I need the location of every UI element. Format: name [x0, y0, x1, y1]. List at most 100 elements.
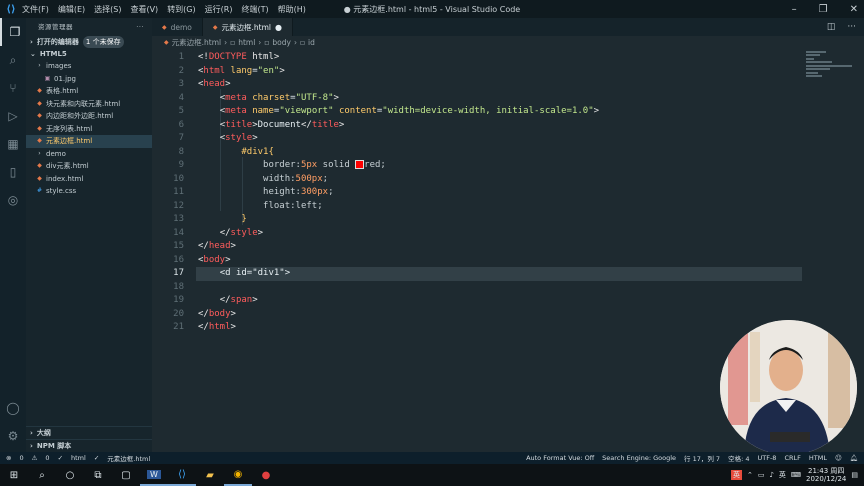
- bookmark-icon[interactable]: ▯: [0, 158, 26, 186]
- breadcrumb-html[interactable]: html: [238, 38, 255, 47]
- task-view-icon[interactable]: ⧉: [84, 464, 112, 486]
- warning-icon[interactable]: ⚠: [32, 454, 38, 462]
- file-explorer-icon[interactable]: ▰: [196, 464, 224, 486]
- menu-file[interactable]: 文件(F): [22, 4, 49, 15]
- cursor-position[interactable]: 行 17，列 7: [684, 453, 720, 463]
- ime-indicator[interactable]: 英: [730, 470, 742, 480]
- word-icon[interactable]: W: [140, 464, 168, 486]
- code-line[interactable]: </style>: [152, 227, 802, 241]
- search-icon[interactable]: ⌕: [0, 46, 26, 74]
- breadcrumb-body[interactable]: body: [272, 38, 291, 47]
- bell-icon[interactable]: 🔔︎: [850, 454, 858, 462]
- folder-item[interactable]: › images: [26, 60, 152, 73]
- app-icon[interactable]: ▢: [112, 464, 140, 486]
- chrome-icon[interactable]: ◉: [224, 464, 252, 486]
- breadcrumb-file[interactable]: 元素边框.html: [172, 37, 221, 48]
- feedback-icon[interactable]: ☺: [835, 454, 842, 462]
- ime-language[interactable]: 英: [779, 470, 786, 480]
- code-line[interactable]: </span>: [152, 294, 802, 308]
- file-item[interactable]: ◆ 表格.html: [26, 85, 152, 98]
- npm-scripts-section[interactable]: › NPM 脚本: [26, 439, 152, 452]
- windows-start-icon[interactable]: ⊞: [0, 464, 28, 486]
- menu-run[interactable]: 运行(R): [205, 4, 233, 15]
- menu-view[interactable]: 查看(V): [130, 4, 158, 15]
- encoding[interactable]: UTF-8: [757, 454, 776, 462]
- code-line[interactable]: width:500px;: [152, 173, 802, 187]
- folder-item[interactable]: › demo: [26, 148, 152, 161]
- vscode-icon[interactable]: ⟨⟩: [168, 464, 196, 486]
- html-status[interactable]: html: [71, 454, 86, 462]
- tab-yuansu-biankuang[interactable]: ◆ 元素边框.html ●: [202, 18, 293, 36]
- keyboard-icon[interactable]: ⌨: [791, 471, 801, 479]
- error-icon[interactable]: ⊗: [6, 454, 11, 462]
- recorder-icon[interactable]: ●: [252, 464, 280, 486]
- menu-help[interactable]: 帮助(H): [278, 4, 306, 15]
- file-item[interactable]: ◆ 内边距和外边距.html: [26, 110, 152, 123]
- code-line[interactable]: height:300px;: [152, 186, 802, 200]
- chevron-up-icon[interactable]: ⌃: [747, 471, 753, 479]
- menu-terminal[interactable]: 终端(T): [241, 4, 268, 15]
- cortana-icon[interactable]: ○: [56, 464, 84, 486]
- workspace-section[interactable]: ⌄ HTML5: [26, 48, 152, 60]
- clock[interactable]: 21:43 周四 2020/12/24: [806, 467, 846, 483]
- code-line[interactable]: <d id="div1">: [152, 267, 802, 281]
- open-editors-section[interactable]: › 打开的编辑器 1 个未保存: [26, 36, 152, 48]
- code-line[interactable]: float:left;: [152, 200, 802, 214]
- code-line[interactable]: </body>: [152, 308, 802, 322]
- language-mode[interactable]: HTML: [809, 454, 827, 462]
- gear-icon[interactable]: ⚙: [0, 422, 26, 450]
- search-icon[interactable]: ⌕: [28, 464, 56, 486]
- maximize-icon[interactable]: ❐: [819, 4, 828, 15]
- code-line[interactable]: <html lang="en">: [152, 65, 802, 79]
- search-engine-status[interactable]: Search Engine: Google: [602, 454, 676, 462]
- file-item[interactable]: ◆ 元素边框.html: [26, 135, 152, 148]
- close-icon[interactable]: ✕: [850, 4, 858, 15]
- remote-icon[interactable]: ◎: [0, 186, 26, 214]
- menu-selection[interactable]: 选择(S): [94, 4, 121, 15]
- indentation[interactable]: 空格: 4: [728, 453, 749, 463]
- minimize-icon[interactable]: –: [792, 4, 797, 15]
- explorer-icon[interactable]: ❐: [0, 18, 28, 46]
- code-line[interactable]: <meta charset="UTF-8">: [152, 92, 802, 106]
- network-icon[interactable]: ▭: [758, 471, 765, 479]
- code-line[interactable]: <body>: [152, 254, 802, 268]
- extensions-icon[interactable]: ▦: [0, 130, 26, 158]
- code-line[interactable]: }: [152, 213, 802, 227]
- warning-count[interactable]: 0: [45, 454, 49, 462]
- outline-section[interactable]: › 大纲: [26, 426, 152, 439]
- more-actions-icon[interactable]: ···: [136, 18, 144, 36]
- code-line[interactable]: <meta name="viewport" content="width=dev…: [152, 105, 802, 119]
- error-count[interactable]: 0: [19, 454, 23, 462]
- menu-edit[interactable]: 编辑(E): [58, 4, 85, 15]
- file-item[interactable]: ◆ 块元素和内联元素.html: [26, 98, 152, 111]
- source-control-icon[interactable]: ⑂: [0, 74, 26, 102]
- file-item[interactable]: ◆ 无序列表.html: [26, 123, 152, 136]
- code-line[interactable]: </html>: [152, 321, 802, 335]
- volume-icon[interactable]: ♪: [769, 471, 773, 479]
- run-debug-icon[interactable]: ▷: [0, 102, 26, 130]
- file-item[interactable]: ◆ div元素.html: [26, 160, 152, 173]
- file-status[interactable]: 元素边框.html: [107, 453, 150, 463]
- code-line[interactable]: #div1{: [152, 146, 802, 160]
- file-item[interactable]: # style.css: [26, 185, 152, 198]
- unsaved-dot-icon[interactable]: ●: [275, 23, 282, 32]
- code-line[interactable]: [152, 281, 802, 295]
- file-item[interactable]: ◆ index.html: [26, 173, 152, 186]
- file-item[interactable]: ▣ 01.jpg: [26, 73, 152, 86]
- menu-go[interactable]: 转到(G): [167, 4, 195, 15]
- code-line[interactable]: <head>: [152, 78, 802, 92]
- vertical-scrollbar[interactable]: [856, 36, 864, 440]
- code-line[interactable]: <style>: [152, 132, 802, 146]
- code-line[interactable]: <title>Document</title>: [152, 119, 802, 133]
- split-editor-icon[interactable]: ◫: [827, 22, 836, 32]
- eol[interactable]: CRLF: [784, 454, 800, 462]
- code-line[interactable]: </head>: [152, 240, 802, 254]
- notification-icon[interactable]: ▤: [851, 471, 858, 479]
- code-line[interactable]: <!DOCTYPE html>: [152, 51, 802, 65]
- code-line[interactable]: border:5px solid red;: [152, 159, 802, 173]
- more-actions-icon[interactable]: ···: [847, 22, 856, 32]
- breadcrumb-id[interactable]: id: [308, 38, 315, 47]
- account-icon[interactable]: ◯: [0, 394, 26, 422]
- auto-format-status[interactable]: Auto Format Vue: Off: [526, 454, 594, 462]
- minimap[interactable]: [806, 49, 854, 89]
